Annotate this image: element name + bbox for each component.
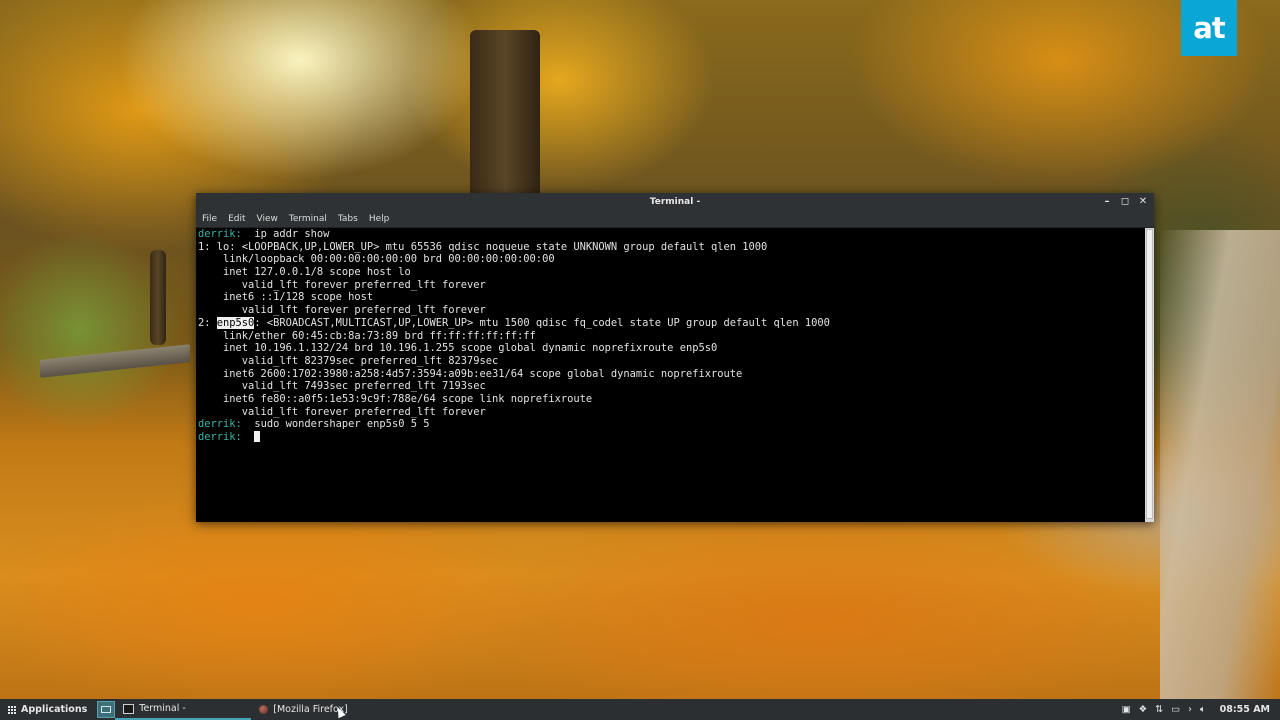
line-rest: : <BROADCAST,MULTICAST,UP,LOWER_UP> mtu … xyxy=(254,316,830,329)
network-icon[interactable]: ⇅ xyxy=(1155,704,1163,715)
taskbar-item-terminal[interactable]: Terminal - xyxy=(115,699,252,720)
command-text: sudo wondershaper enp5s0 5 5 xyxy=(254,418,430,431)
menu-view[interactable]: View xyxy=(257,214,278,224)
terminal-line: valid_lft forever preferred_lft forever xyxy=(198,278,486,291)
terminal-line: 2: enp5s0: <BROADCAST,MULTICAST,UP,LOWER… xyxy=(198,316,1142,330)
terminal-output[interactable]: derrik: ip addr show 1: lo: <LOOPBACK,UP… xyxy=(196,228,1142,522)
brand-logo: at xyxy=(1181,0,1237,56)
wallpaper-bench xyxy=(40,344,190,378)
dropbox-icon[interactable]: ❖ xyxy=(1139,704,1148,715)
selected-interface-name[interactable]: enp5s0 xyxy=(216,316,255,329)
terminal-window: Terminal - – ◻ ✕ File Edit View Terminal… xyxy=(196,193,1154,522)
terminal-line: valid_lft forever preferred_lft forever xyxy=(198,405,486,418)
minimize-icon[interactable]: – xyxy=(1102,196,1112,207)
terminal-line: inet6 2600:1702:3980:a258:4d57:3594:a09b… xyxy=(198,367,743,380)
line-prefix: 2: xyxy=(198,316,217,329)
terminal-line: valid_lft forever preferred_lft forever xyxy=(198,304,486,317)
terminal-line: derrik: ip addr show xyxy=(198,228,1142,241)
wallpaper-tree-trunk-left xyxy=(150,250,166,345)
terminal-line: link/loopback 00:00:00:00:00:00 brd 00:0… xyxy=(198,253,555,266)
wallpaper-tree-trunk xyxy=(470,30,540,200)
terminal-line: link/ether 60:45:cb:8a:73:89 brd ff:ff:f… xyxy=(198,329,536,342)
menu-edit[interactable]: Edit xyxy=(228,214,245,224)
applications-menu-button[interactable]: Applications xyxy=(0,699,95,720)
command-text: ip addr show xyxy=(254,228,330,240)
clock[interactable]: 08:55 AM xyxy=(1220,704,1270,715)
task-label: Terminal - xyxy=(139,703,186,714)
chevron-right-icon[interactable]: › xyxy=(1188,704,1192,715)
terminal-line: valid_lft 82379sec preferred_lft 82379se… xyxy=(198,354,499,367)
terminal-line: inet6 fe80::a0f5:1e53:9c9f:788e/64 scope… xyxy=(198,392,593,405)
terminal-line: inet6 ::1/128 scope host xyxy=(198,291,374,304)
terminal-line: derrik: xyxy=(198,431,1142,444)
notification-icon[interactable]: ▭ xyxy=(1171,704,1180,715)
terminal-line: derrik: sudo wondershaper enp5s0 5 5 xyxy=(198,418,1142,431)
prompt: derrik: xyxy=(198,418,242,431)
applications-grid-icon xyxy=(8,705,16,714)
window-title: Terminal - xyxy=(649,196,701,207)
scrollbar[interactable] xyxy=(1145,228,1154,522)
close-icon[interactable]: ✕ xyxy=(1138,196,1148,207)
applications-label: Applications xyxy=(21,704,88,715)
prompt: derrik: xyxy=(198,228,242,240)
terminal-icon xyxy=(123,703,135,714)
taskbar-item-firefox[interactable]: [Mozilla Firefox] xyxy=(251,699,387,720)
terminal-line: 1: lo: <LOOPBACK,UP,LOWER_UP> mtu 65536 … xyxy=(198,240,768,253)
terminal-line: valid_lft 7493sec preferred_lft 7193sec xyxy=(198,380,486,393)
text-cursor xyxy=(254,431,261,442)
terminal-line: inet 10.196.1.132/24 brd 10.196.1.255 sc… xyxy=(198,342,718,355)
menu-tabs[interactable]: Tabs xyxy=(338,214,358,224)
window-titlebar[interactable]: Terminal - – ◻ ✕ xyxy=(196,193,1154,210)
menubar: File Edit View Terminal Tabs Help xyxy=(196,210,1154,228)
menu-terminal[interactable]: Terminal xyxy=(289,214,327,224)
window-controls: – ◻ ✕ xyxy=(1102,193,1148,210)
maximize-icon[interactable]: ◻ xyxy=(1120,196,1130,207)
wallpaper-road xyxy=(1160,230,1280,700)
menu-help[interactable]: Help xyxy=(369,214,390,224)
prompt: derrik: xyxy=(198,431,242,443)
terminal-line: inet 127.0.0.1/8 scope host lo xyxy=(198,266,411,279)
volume-icon[interactable]: 🔈︎ xyxy=(1200,704,1206,715)
system-tray: ▣ ❖ ⇅ ▭ › 🔈︎ 08:55 AM xyxy=(1122,704,1280,715)
menu-file[interactable]: File xyxy=(202,214,217,224)
camera-icon[interactable]: ▣ xyxy=(1122,704,1131,715)
taskbar: Applications Terminal - [Mozilla Firefox… xyxy=(0,699,1280,720)
workspace-switcher[interactable] xyxy=(97,701,116,718)
scrollbar-thumb[interactable] xyxy=(1146,229,1153,519)
firefox-icon xyxy=(259,705,269,714)
